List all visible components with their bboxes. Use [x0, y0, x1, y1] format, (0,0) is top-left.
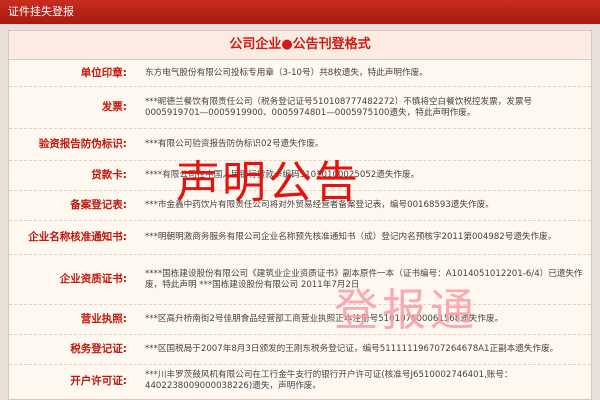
top-bar: 证件挂失登报 — [0, 0, 600, 24]
row-name-approval: 企业名称核准通知书: ***明朝明激商务服务有限公司企业名称预先核准通知书（成）… — [9, 221, 591, 255]
row-label: 开户许可证: — [70, 374, 127, 387]
row-label: 单位印章: — [80, 66, 127, 79]
row-content: 东方电气股份有限公司投标专用章（3-10号）共8枚遗失，特此声明作废。 — [145, 67, 428, 78]
row-label: 营业执照: — [80, 313, 127, 325]
overlay-title-statement: 声明公告 — [176, 157, 360, 208]
row-label: 验资报告防伪标识: — [38, 138, 127, 150]
screenshot-frame: 证件挂失登报 公司企业●公告刊登格式 单位印章: 东方电气股份有限公司投标专用章… — [0, 0, 600, 400]
row-invoice: 发票: ***昵德兰餐饮有限责任公司（税务登记证号510108777482272… — [9, 87, 591, 129]
row-label: 备案登记表: — [70, 199, 127, 211]
row-unit-seal: 单位印章: 东方电气股份有限公司投标专用章（3-10号）共8枚遗失，特此声明作废… — [9, 60, 591, 87]
row-business-license: 营业执照: ***区高升桥南街2号佳朋食品经营部工商营业执照正本注册号51010… — [9, 305, 591, 335]
top-bar-title: 证件挂失登报 — [8, 5, 74, 18]
row-label: 企业名称核准通知书: — [28, 231, 127, 243]
row-content: ***区国税局于2007年8月3日颁发的王刚东税务登记证，编号511111196… — [145, 344, 559, 354]
row-content: ***明朝明激商务服务有限公司企业名称预先核准通知书（成）登记内名预核字2011… — [145, 232, 557, 242]
row-label: 企业资质证书: — [59, 273, 127, 285]
row-label: 发票: — [101, 101, 127, 113]
panel-title: 公司企业●公告刊登格式 — [9, 31, 591, 60]
row-tax-registration: 税务登记证: ***区国税局于2007年8月3日颁发的王刚东税务登记证，编号51… — [9, 335, 591, 365]
row-label: 贷款卡: — [91, 169, 127, 181]
announcement-format-panel: 公司企业●公告刊登格式 单位印章: 东方电气股份有限公司投标专用章（3-10号）… — [8, 30, 592, 400]
row-content: ***昵德兰餐饮有限责任公司（税务登记证号510108777482272）不慎将… — [145, 96, 533, 118]
row-content: ***川丰罗茨鼓风机有限公司在工行金牛支行的银行开户许可证(核准号J651000… — [145, 370, 513, 391]
row-qualification-cert: 企业资质证书: ****国栋建设股份有限公司《建筑业企业资质证书》副本原件一本（… — [9, 255, 591, 305]
row-label: 税务登记证: — [70, 343, 127, 355]
row-account-permit: 开户许可证: ***川丰罗茨鼓风机有限公司在工行金牛支行的银行开户许可证(核准号… — [9, 365, 591, 397]
overlay-brand-watermark: 登报通 — [334, 285, 478, 336]
